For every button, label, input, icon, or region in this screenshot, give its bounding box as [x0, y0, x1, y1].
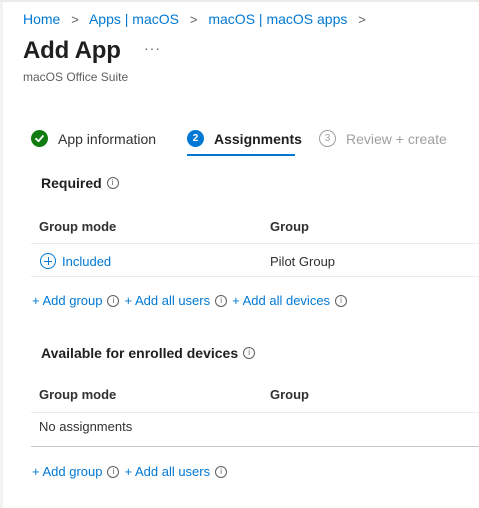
required-assignments-table: Group mode Group Included Pilot Group [31, 212, 479, 282]
page-title: Add App [23, 37, 121, 64]
column-header-group: Group [270, 387, 309, 402]
table-divider [31, 412, 479, 413]
chevron-right-icon: > [71, 12, 79, 27]
chevron-right-icon: > [189, 12, 198, 27]
checkmark-icon [31, 130, 48, 147]
add-all-devices-link[interactable]: + Add all devices [232, 293, 330, 308]
column-header-group-mode: Group mode [39, 219, 117, 234]
page-subtitle: macOS Office Suite [23, 70, 129, 84]
breadcrumb-apps-macos[interactable]: Apps | macOS [89, 11, 179, 27]
add-group-link[interactable]: + Add group [32, 464, 102, 479]
group-mode-link[interactable]: Included [62, 254, 111, 269]
chevron-right-icon: > [358, 12, 366, 27]
breadcrumb-macos-apps[interactable]: macOS | macOS apps [208, 11, 347, 27]
available-actions: + Add group i + Add all users i [32, 464, 232, 479]
step-number-badge: 3 [319, 130, 336, 147]
info-icon[interactable]: i [243, 347, 256, 359]
column-header-group-mode: Group mode [39, 387, 117, 402]
add-all-users-link[interactable]: + Add all users [124, 293, 210, 308]
group-name: Pilot Group [270, 254, 336, 269]
step-number-badge: 2 [187, 130, 204, 147]
wizard-steps: App information 2 Assignments 3 Review +… [31, 130, 479, 160]
step-label: Assignments [214, 130, 302, 147]
step-label: App information [58, 130, 157, 147]
table-divider [31, 446, 479, 447]
top-border [0, 0, 479, 2]
add-group-link[interactable]: + Add group [32, 293, 102, 308]
section-title-text: Available for enrolled devices [41, 345, 239, 361]
add-all-users-link[interactable]: + Add all users [124, 464, 210, 479]
info-icon[interactable]: i [107, 465, 120, 478]
breadcrumb: Home > Apps | macOS > macOS | macOS apps… [23, 11, 373, 27]
section-title-required: Required i [41, 175, 119, 191]
empty-state-text: No assignments [39, 419, 133, 434]
tab-review-create[interactable]: 3 Review + create [319, 130, 447, 147]
required-actions: + Add group i + Add all users i + Add al… [32, 293, 352, 308]
info-icon[interactable]: i [335, 294, 348, 307]
section-title-available: Available for enrolled devices i [41, 345, 256, 361]
active-step-indicator [187, 154, 295, 156]
info-icon[interactable]: i [106, 177, 119, 189]
step-label: Review + create [346, 130, 447, 147]
info-icon[interactable]: i [107, 294, 120, 307]
tab-app-information[interactable]: App information [31, 130, 156, 147]
more-options-icon[interactable]: ··· [144, 40, 161, 56]
available-assignments-table: Group mode Group No assignments [31, 380, 479, 450]
table-divider [31, 276, 479, 277]
plus-circle-icon[interactable] [40, 253, 56, 269]
breadcrumb-home[interactable]: Home [23, 11, 60, 27]
left-border [0, 0, 3, 508]
section-title-text: Required [41, 175, 102, 191]
tab-assignments[interactable]: 2 Assignments [187, 130, 302, 147]
info-icon[interactable]: i [215, 294, 228, 307]
table-divider [31, 243, 479, 244]
column-header-group: Group [270, 219, 309, 234]
info-icon[interactable]: i [215, 465, 228, 478]
